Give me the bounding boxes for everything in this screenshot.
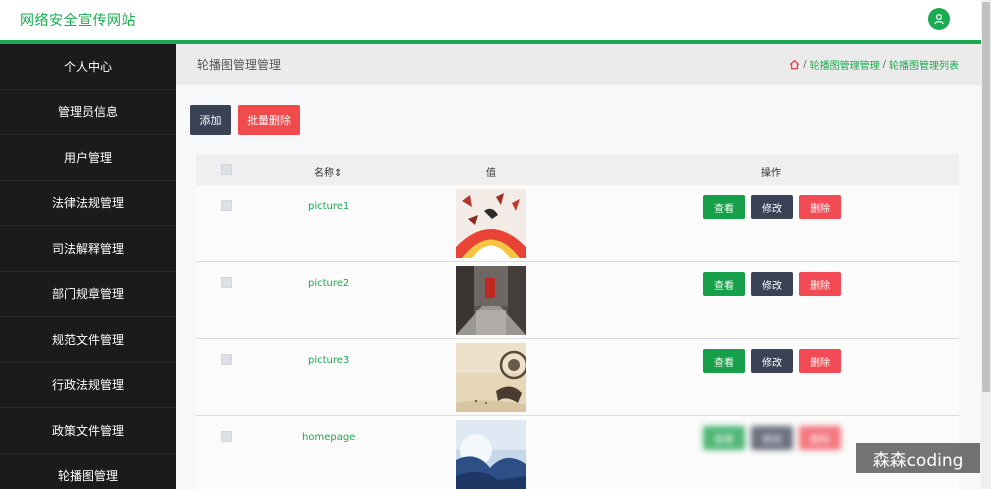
page-title: 轮播图管理管理 (197, 58, 282, 72)
sidebar-item-label: 个人中心 (63, 59, 112, 74)
breadcrumb: / 轮播图管理管理 / 轮播图管理列表 (789, 57, 959, 72)
select-all-checkbox[interactable] (221, 164, 232, 175)
view-button[interactable]: 查看 (703, 349, 745, 373)
column-header-value: 值 (486, 168, 496, 179)
breadcrumb-level1[interactable]: 轮播图管理管理 (810, 57, 880, 72)
user-avatar-icon[interactable] (928, 8, 950, 30)
sidebar-item-label: 行政法规管理 (51, 378, 124, 393)
view-button[interactable]: 查看 (703, 195, 745, 219)
breadcrumb-level2[interactable]: 轮播图管理列表 (889, 57, 959, 72)
sidebar-item-policy-documents[interactable]: 政策文件管理 (0, 408, 176, 454)
sidebar-item-label: 政策文件管理 (51, 423, 124, 438)
row-name: picture2 (308, 278, 350, 289)
table-row: picture3 查看 修改 删除 (196, 339, 959, 416)
carousel-image-thumbnail (456, 266, 526, 335)
edit-button[interactable]: 修改 (751, 272, 793, 296)
sidebar-item-carousel-management[interactable]: 轮播图管理 (0, 454, 176, 489)
delete-button[interactable]: 删除 (799, 272, 841, 296)
watermark: 森森coding (856, 443, 980, 473)
sidebar-item-label: 司法解释管理 (51, 241, 124, 256)
view-button[interactable]: 查看 (703, 272, 745, 296)
row-checkbox[interactable] (221, 354, 232, 365)
sidebar-item-user-management[interactable]: 用户管理 (0, 135, 176, 181)
sidebar-item-normative-documents[interactable]: 规范文件管理 (0, 317, 176, 363)
sidebar-item-laws[interactable]: 法律法规管理 (0, 181, 176, 226)
site-title: 网络安全宣传网站 (20, 13, 136, 29)
sidebar-item-label: 法律法规管理 (51, 196, 124, 211)
row-name: picture3 (308, 355, 350, 366)
carousel-image-thumbnail (456, 343, 526, 412)
column-header-name[interactable]: 名称⇕ (314, 164, 342, 179)
sidebar-item-label: 用户管理 (63, 150, 112, 165)
sidebar-item-admin-info[interactable]: 管理员信息 (0, 90, 176, 135)
add-button[interactable]: 添加 (190, 105, 231, 135)
edit-button[interactable]: 修改 (751, 195, 793, 219)
row-checkbox[interactable] (221, 277, 232, 288)
sidebar-item-administrative-regulations[interactable]: 行政法规管理 (0, 363, 176, 408)
carousel-image-thumbnail (456, 189, 526, 258)
sidebar-item-label: 规范文件管理 (51, 332, 124, 347)
column-header-actions: 操作 (761, 168, 781, 179)
carousel-image-thumbnail (456, 420, 526, 489)
table-row: homepage 查看 修改 删除 (196, 416, 959, 489)
table-header: 名称⇕ 值 操作 (196, 154, 959, 185)
sort-icon[interactable]: ⇕ (334, 168, 342, 179)
column-header-name-label: 名称 (314, 168, 334, 179)
table-row: picture2 查看 修改 删除 (196, 262, 959, 339)
row-checkbox[interactable] (221, 431, 232, 442)
batch-delete-button[interactable]: 批量删除 (238, 105, 300, 135)
edit-button[interactable]: 修改 (751, 426, 793, 450)
row-checkbox[interactable] (221, 200, 232, 211)
row-name: homepage (302, 432, 356, 443)
scrollbar-thumb[interactable] (982, 2, 990, 392)
breadcrumb-separator: / (803, 59, 807, 70)
delete-button[interactable]: 删除 (799, 195, 841, 219)
edit-button[interactable]: 修改 (751, 349, 793, 373)
sidebar-item-department-rules[interactable]: 部门规章管理 (0, 272, 176, 317)
delete-button[interactable]: 删除 (799, 349, 841, 373)
delete-button[interactable]: 删除 (799, 426, 841, 450)
sidebar-item-judicial-interpretation[interactable]: 司法解释管理 (0, 226, 176, 272)
sidebar-item-label: 部门规章管理 (51, 287, 124, 302)
row-name: picture1 (308, 201, 350, 212)
top-bar: 网络安全宣传网站 (0, 0, 981, 42)
sidebar-item-personal-center[interactable]: 个人中心 (0, 44, 176, 90)
sidebar-item-label: 轮播图管理 (57, 469, 118, 484)
table-row: picture1 查看 修改 删除 (196, 185, 959, 262)
sidebar: 个人中心 管理员信息 用户管理 法律法规管理 司法解释管理 部门规章管理 规范文… (0, 44, 176, 489)
breadcrumb-separator: / (882, 59, 886, 70)
sidebar-item-label: 管理员信息 (57, 105, 118, 120)
home-icon[interactable] (789, 59, 800, 70)
breadcrumb-bar: 轮播图管理管理 / 轮播图管理管理 / 轮播图管理列表 (176, 44, 981, 85)
carousel-table: 名称⇕ 值 操作 picture1 查看 修改 删除 picture2 查看 修… (196, 154, 959, 489)
view-button[interactable]: 查看 (703, 426, 745, 450)
